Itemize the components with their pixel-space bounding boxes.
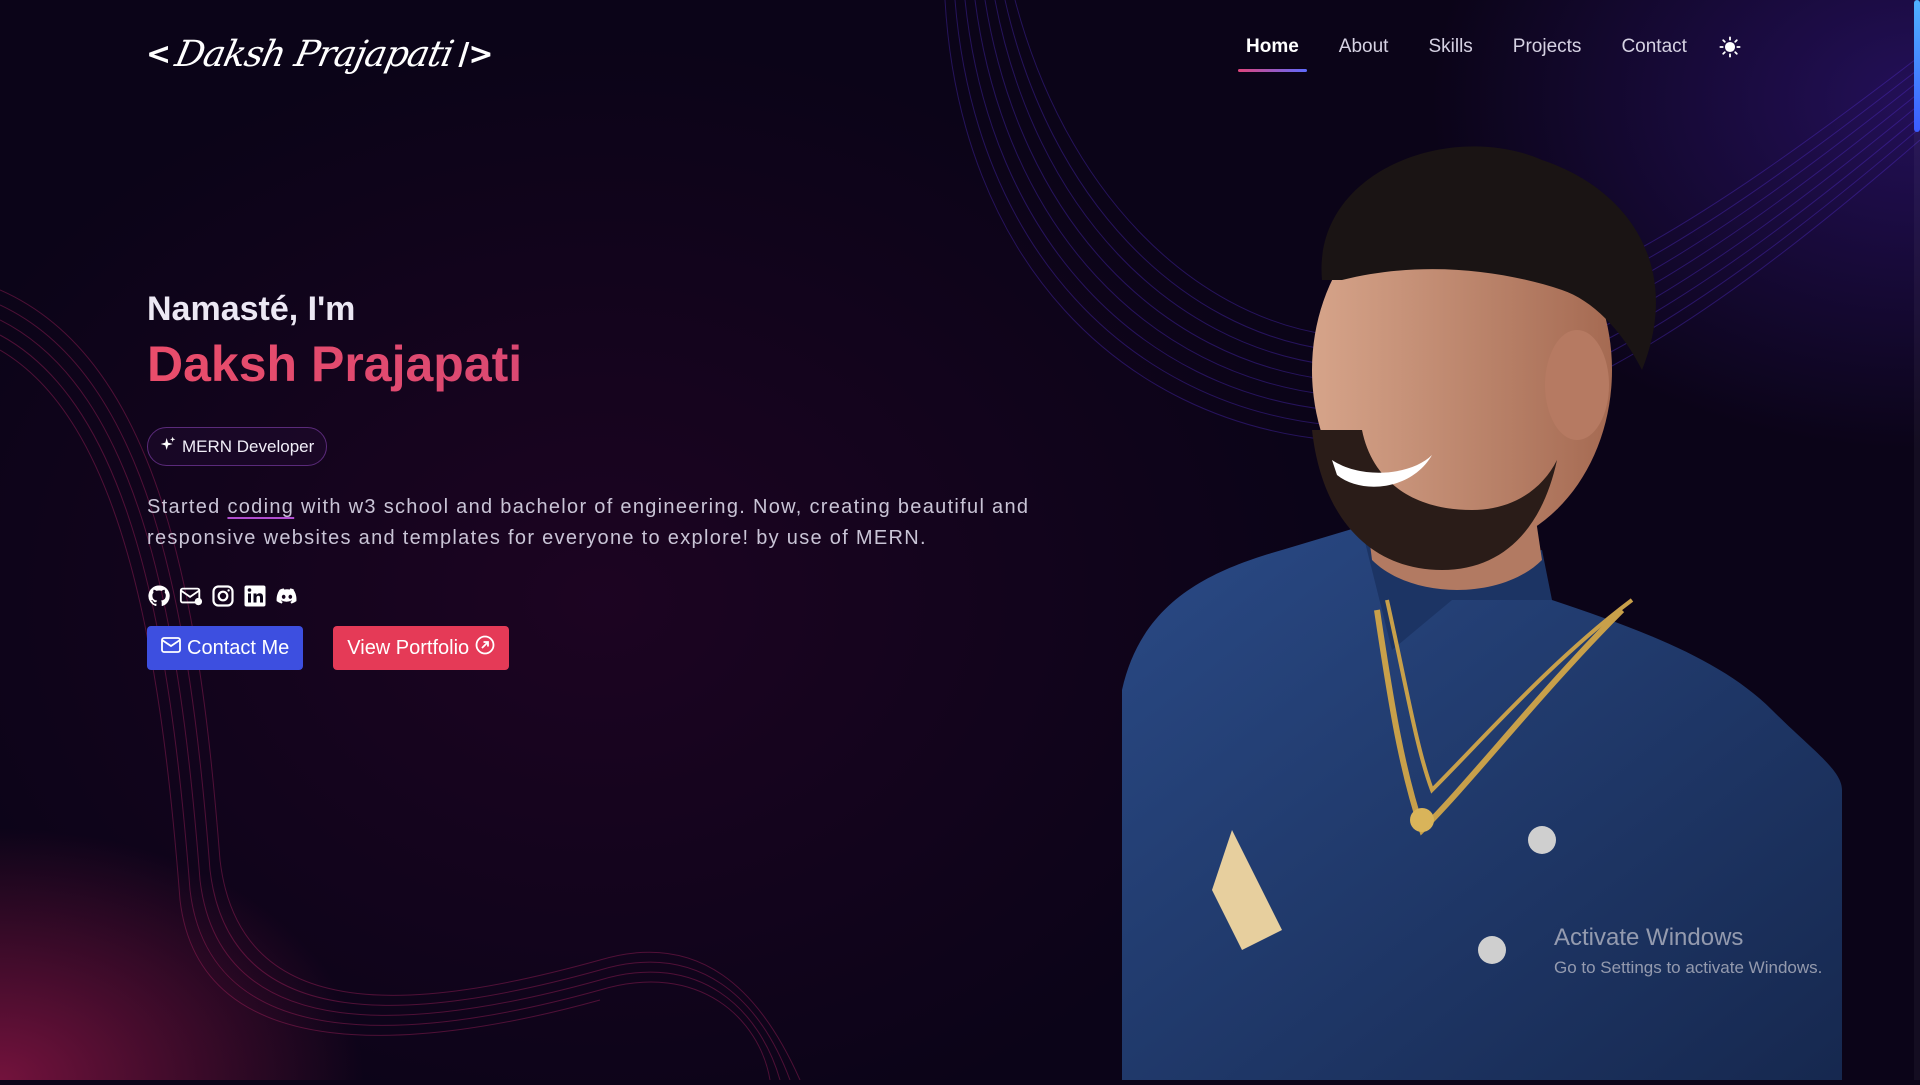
view-portfolio-label: View Portfolio xyxy=(347,636,470,659)
view-portfolio-button[interactable]: View Portfolio xyxy=(333,626,510,670)
nav-item-skills[interactable]: Skills xyxy=(1428,32,1472,62)
main-nav: Home About Skills Projects Contact xyxy=(1238,30,1743,72)
instagram-icon[interactable] xyxy=(211,584,235,608)
sun-icon[interactable] xyxy=(1717,34,1743,60)
logo-open-bracket: < xyxy=(146,36,171,72)
logo-signature: Daksh Prajapati xyxy=(171,33,457,75)
mail-icon[interactable] xyxy=(179,584,203,608)
windows-activation-watermark: Activate Windows Go to Settings to activ… xyxy=(1554,924,1822,978)
nav-item-contact[interactable]: Contact xyxy=(1621,32,1686,62)
sparkle-icon xyxy=(160,436,176,457)
description-start: Started xyxy=(147,496,228,518)
hero-buttons: Contact Me View Portfolio xyxy=(147,626,1107,670)
nav-item-home[interactable]: Home xyxy=(1238,32,1307,72)
watermark-subtitle: Go to Settings to activate Windows. xyxy=(1554,958,1823,977)
envelope-icon xyxy=(161,636,181,660)
hero-greeting: Namasté, I'm xyxy=(147,290,356,328)
linkedin-icon[interactable] xyxy=(243,584,267,608)
contact-me-label: Contact Me xyxy=(187,636,290,659)
arrow-up-right-circle-icon xyxy=(475,635,495,661)
nav-item-projects[interactable]: Projects xyxy=(1513,32,1582,62)
hero-name: Daksh Prajapati xyxy=(147,335,1107,393)
discord-icon[interactable] xyxy=(275,584,299,608)
logo-close-bracket: /> xyxy=(458,36,493,72)
role-badge: MERN Developer xyxy=(147,427,328,466)
description-highlight: coding xyxy=(227,496,295,518)
github-icon[interactable] xyxy=(147,584,171,608)
hero-description: Started coding with w3 school and bachel… xyxy=(147,492,1087,554)
scrollbar-thumb[interactable] xyxy=(1914,0,1920,132)
role-badge-label: MERN Developer xyxy=(182,436,315,456)
nav-item-about[interactable]: About xyxy=(1339,32,1389,62)
page-scrollbar[interactable] xyxy=(1914,0,1920,1080)
hero-section: Namasté, I'm Daksh Prajapati MERN Develo… xyxy=(147,290,1107,670)
contact-me-button[interactable]: Contact Me xyxy=(147,626,304,670)
social-links xyxy=(147,584,1107,608)
site-logo[interactable]: < Daksh Prajapati /> xyxy=(146,26,494,82)
watermark-title: Activate Windows xyxy=(1554,924,1744,951)
